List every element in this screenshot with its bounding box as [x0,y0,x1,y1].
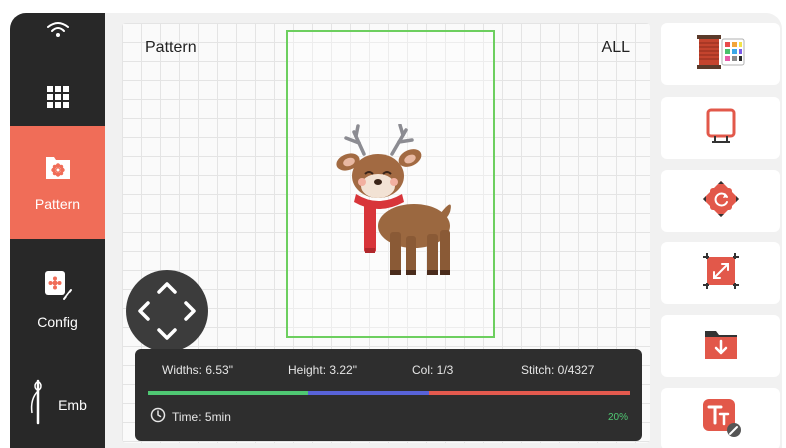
color-count: Col: 1/3 [412,363,454,377]
info-row: Widths: 6.53" Height: 3.22" Col: 1/3 Sti… [135,363,642,379]
sidebar-item-pattern[interactable]: Pattern [10,126,105,239]
arrow-up-icon[interactable] [157,282,177,294]
time-estimate: Time: 5min [150,407,231,426]
resize-icon [701,251,741,296]
thread-color-button[interactable] [661,23,780,85]
clock-icon [150,407,166,426]
progress-percent: 20% [607,412,628,423]
time-value: Time: 5min [172,409,231,424]
pattern-flower-icon [43,153,73,188]
config-needle-icon [42,269,74,306]
sidebar-item-label: Config [37,313,78,330]
rotate-icon [701,179,741,224]
hoop-select-button[interactable] [661,97,780,159]
import-folder-button[interactable] [661,315,780,377]
wifi-icon [10,21,105,51]
width-value: Widths: 6.53" [162,363,233,377]
hoop-frame-icon [704,107,738,150]
color-progress-bar [148,391,630,395]
sidebar-item-label: Pattern [34,196,81,212]
reindeer-design[interactable] [332,123,462,284]
sidebar-item-config[interactable]: Config [10,249,105,349]
stitch-info-panel: Widths: 6.53" Height: 3.22" Col: 1/3 Sti… [135,349,642,441]
embroidery-needle-icon [28,379,48,432]
sidebar-item-emb[interactable]: Emb [10,365,105,445]
sidebar: Pattern Config Emb [10,13,105,448]
thread-spool-icon [695,33,747,76]
rotate-button[interactable] [661,170,780,232]
progress-segment-1 [148,391,308,395]
resize-button[interactable] [661,242,780,304]
hoop-area[interactable] [286,30,495,338]
direction-pad[interactable] [126,270,208,352]
height-value: Height: 3.22" [288,363,357,377]
arrow-right-icon[interactable] [184,301,196,321]
progress-segment-2 [308,391,429,395]
filter-all-button[interactable]: ALL [602,39,630,57]
sidebar-item-label: Emb [58,397,87,413]
arrow-down-icon[interactable] [157,328,177,340]
progress-segment-3 [429,391,630,395]
text-edit-icon [700,396,742,443]
text-tool-button[interactable] [661,388,780,448]
stitch-count: Stitch: 0/4327 [521,363,595,377]
device-screen: Pattern Config Emb Pattern ALL Widths: 6… [10,13,782,448]
grid-menu-icon[interactable] [10,75,105,119]
canvas-title: Pattern [145,39,197,56]
folder-download-icon [703,327,739,366]
pattern-canvas[interactable]: Pattern ALL Widths: 6.53" Height: 3.22" … [122,23,650,443]
arrow-left-icon[interactable] [138,301,150,321]
